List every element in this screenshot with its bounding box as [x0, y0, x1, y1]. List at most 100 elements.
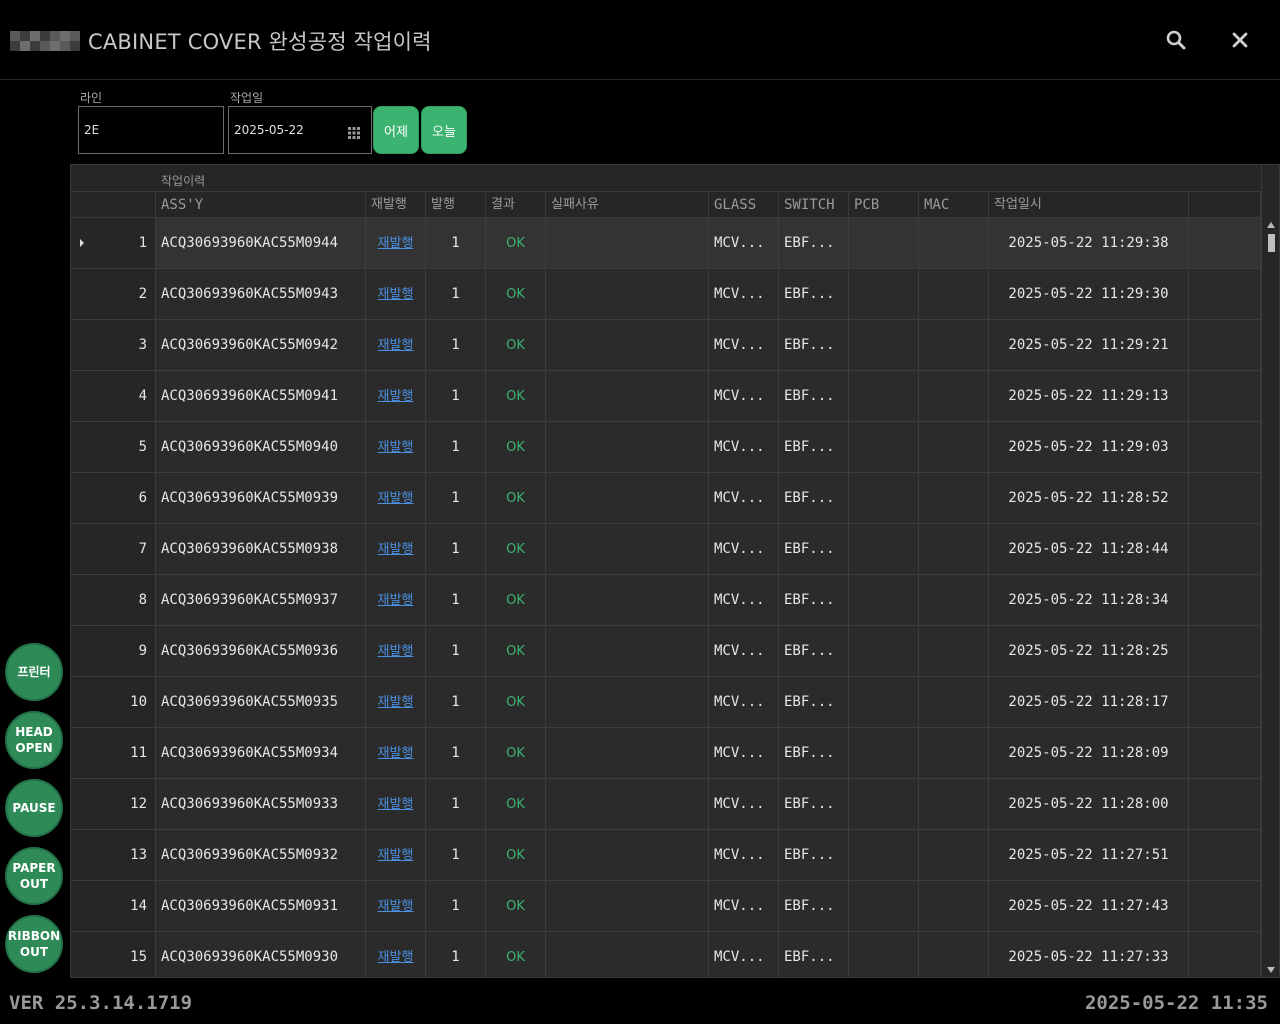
reissue-link[interactable]: 재발행: [378, 593, 414, 608]
reissue-link[interactable]: 재발행: [378, 236, 414, 251]
switch-cell: EBF...: [779, 575, 849, 625]
row-number-cell[interactable]: 6: [71, 473, 156, 523]
reissue-link[interactable]: 재발행: [378, 695, 414, 710]
table-row[interactable]: 3 ACQ30693960KAC55M0942 재발행 1 OK MCV... EBF...…: [71, 320, 1261, 371]
status-bar: VER 25.3.14.1719 2025-05-22 11:35: [0, 980, 1280, 1024]
table-row[interactable]: 6 ACQ30693960KAC55M0939 재발행 1 OK MCV... EBF...…: [71, 473, 1261, 524]
left-rail: 프린터 HEAD OPEN PAUSE PAPER OUT RIBBON OUT: [0, 81, 68, 978]
row-number-cell[interactable]: 9: [71, 626, 156, 676]
yesterday-button[interactable]: 어제: [373, 106, 419, 154]
row-number-cell[interactable]: 3: [71, 320, 156, 370]
switch-cell: EBF...: [779, 728, 849, 778]
header-count[interactable]: 발행: [426, 192, 486, 218]
paper-out-button[interactable]: PAPER OUT: [5, 847, 63, 905]
header-glass[interactable]: GLASS: [709, 192, 779, 218]
header-mac[interactable]: MAC: [919, 192, 989, 218]
datetime-cell: 2025-05-22 11:28:25: [989, 626, 1189, 676]
pcb-cell: [849, 524, 919, 574]
row-number: 1: [138, 235, 147, 251]
search-icon[interactable]: [1164, 28, 1188, 52]
reissue-link[interactable]: 재발행: [378, 746, 414, 761]
mac-cell: [919, 626, 989, 676]
fail-reason-cell: [546, 677, 709, 727]
table-row[interactable]: 9 ACQ30693960KAC55M0936 재발행 1 OK MCV... EBF...…: [71, 626, 1261, 677]
reissue-link[interactable]: 재발행: [378, 338, 414, 353]
table-row[interactable]: 4 ACQ30693960KAC55M0941 재발행 1 OK MCV... EBF...…: [71, 371, 1261, 422]
count-cell: 1: [426, 728, 486, 778]
pause-button[interactable]: PAUSE: [5, 779, 63, 837]
result-cell: OK: [506, 593, 525, 608]
row-number-cell[interactable]: 8: [71, 575, 156, 625]
row-number-cell[interactable]: 11: [71, 728, 156, 778]
table-row[interactable]: 13 ACQ30693960KAC55M0932 재발행 1 OK MCV... EBF..…: [71, 830, 1261, 881]
glass-cell: MCV...: [709, 320, 779, 370]
today-button[interactable]: 오늘: [421, 106, 467, 154]
table-row[interactable]: 2 ACQ30693960KAC55M0943 재발행 1 OK MCV... EBF...…: [71, 269, 1261, 320]
filler-cell: [1189, 524, 1261, 574]
table-row[interactable]: 14 ACQ30693960KAC55M0931 재발행 1 OK MCV... EBF..…: [71, 881, 1261, 932]
table-row[interactable]: 15 ACQ30693960KAC55M0930 재발행 1 OK MCV... EBF..…: [71, 932, 1261, 977]
table-row[interactable]: 8 ACQ30693960KAC55M0937 재발행 1 OK MCV... EBF...…: [71, 575, 1261, 626]
header-assy[interactable]: ASS'Y: [156, 192, 366, 218]
fail-reason-cell: [546, 728, 709, 778]
filler-cell: [1189, 677, 1261, 727]
row-number-cell[interactable]: 14: [71, 881, 156, 931]
table-row[interactable]: 5 ACQ30693960KAC55M0940 재발행 1 OK MCV... EBF...…: [71, 422, 1261, 473]
header-result[interactable]: 결과: [486, 192, 546, 218]
count-cell: 1: [426, 473, 486, 523]
row-number-cell[interactable]: 2: [71, 269, 156, 319]
ribbon-out-button[interactable]: RIBBON OUT: [5, 915, 63, 973]
switch-cell: EBF...: [779, 932, 849, 977]
pcb-cell: [849, 779, 919, 829]
row-number-cell[interactable]: 4: [71, 371, 156, 421]
head-open-button[interactable]: HEAD OPEN: [5, 711, 63, 769]
reissue-link[interactable]: 재발행: [378, 950, 414, 965]
reissue-link[interactable]: 재발행: [378, 542, 414, 557]
header-reissue[interactable]: 재발행: [366, 192, 426, 218]
table-row[interactable]: 12 ACQ30693960KAC55M0933 재발행 1 OK MCV... EBF..…: [71, 779, 1261, 830]
reissue-link[interactable]: 재발행: [378, 848, 414, 863]
calendar-icon[interactable]: [348, 124, 360, 139]
row-number-cell[interactable]: 1: [71, 218, 156, 268]
reissue-cell: 재발행: [366, 626, 426, 676]
count-cell: 1: [426, 779, 486, 829]
switch-cell: EBF...: [779, 677, 849, 727]
mac-cell: [919, 779, 989, 829]
header-fail-reason[interactable]: 실패사유: [546, 192, 709, 218]
row-number-cell[interactable]: 12: [71, 779, 156, 829]
reissue-link[interactable]: 재발행: [378, 389, 414, 404]
filler-cell: [1189, 473, 1261, 523]
scroll-down-icon[interactable]: [1267, 967, 1275, 973]
table-row[interactable]: 11 ACQ30693960KAC55M0934 재발행 1 OK MCV... EBF..…: [71, 728, 1261, 779]
reissue-link[interactable]: 재발행: [378, 491, 414, 506]
header-pcb[interactable]: PCB: [849, 192, 919, 218]
row-number-cell[interactable]: 15: [71, 932, 156, 977]
result-cell-wrap: OK: [486, 677, 546, 727]
table-row[interactable]: 10 ACQ30693960KAC55M0935 재발행 1 OK MCV... EBF..…: [71, 677, 1261, 728]
scroll-up-icon[interactable]: [1267, 222, 1275, 228]
row-number-cell[interactable]: 13: [71, 830, 156, 880]
table-row[interactable]: 7 ACQ30693960KAC55M0938 재발행 1 OK MCV... EBF...…: [71, 524, 1261, 575]
line-input[interactable]: [78, 106, 224, 154]
reissue-link[interactable]: 재발행: [378, 287, 414, 302]
datetime-cell: 2025-05-22 11:27:33: [989, 932, 1189, 977]
row-number-cell[interactable]: 7: [71, 524, 156, 574]
close-icon[interactable]: [1228, 28, 1252, 52]
vertical-scrollbar[interactable]: [1261, 218, 1279, 977]
row-number-cell[interactable]: 5: [71, 422, 156, 472]
printer-button[interactable]: 프린터: [5, 643, 63, 701]
reissue-link[interactable]: 재발행: [378, 440, 414, 455]
row-number-cell[interactable]: 10: [71, 677, 156, 727]
reissue-link[interactable]: 재발행: [378, 797, 414, 812]
switch-cell: EBF...: [779, 524, 849, 574]
mac-cell: [919, 830, 989, 880]
reissue-cell: 재발행: [366, 371, 426, 421]
table-row[interactable]: 1 ACQ30693960KAC55M0944 재발행 1 OK MCV... EBF...…: [71, 218, 1261, 269]
reissue-link[interactable]: 재발행: [378, 899, 414, 914]
header-switch[interactable]: SWITCH: [779, 192, 849, 218]
switch-cell: EBF...: [779, 881, 849, 931]
reissue-link[interactable]: 재발행: [378, 644, 414, 659]
scroll-thumb[interactable]: [1268, 234, 1275, 252]
assy-cell: ACQ30693960KAC55M0941: [156, 371, 366, 421]
header-datetime[interactable]: 작업일시: [989, 192, 1189, 218]
